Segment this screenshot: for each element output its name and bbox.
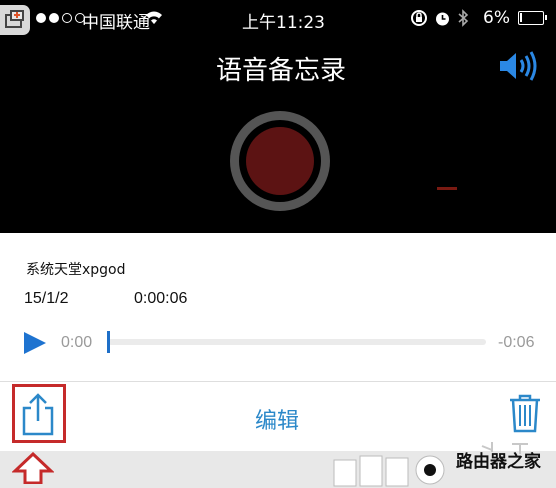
battery-percent: 6% [483, 8, 510, 28]
alarm-clock-icon [436, 12, 449, 25]
edit-button[interactable]: 编辑 [255, 403, 299, 435]
battery-icon [518, 11, 547, 25]
page-title: 语音备忘录 [215, 56, 346, 86]
recording-date: 15/1/2 [24, 290, 69, 307]
status-time: 上午11:23 [242, 13, 325, 33]
status-bar: 中国联通 上午11:23 6% [0, 0, 556, 36]
wifi-icon [146, 11, 162, 24]
bluetooth-icon [458, 9, 469, 27]
level-indicator [437, 187, 457, 190]
recording-duration: 0:00:06 [134, 290, 188, 307]
carrier-name: 中国联通 [82, 13, 150, 33]
playback-remaining-time: -0:06 [498, 334, 535, 351]
share-icon[interactable] [20, 392, 56, 436]
signal-dot [36, 13, 46, 23]
screen-corner-icon [0, 5, 30, 35]
speaker-icon[interactable] [498, 50, 538, 82]
rotation-lock-icon [411, 10, 427, 26]
battery-level [520, 13, 522, 22]
playhead-handle[interactable] [107, 331, 110, 353]
trash-icon[interactable] [508, 393, 542, 433]
arrow-up-icon [12, 452, 54, 484]
signal-strength [36, 13, 88, 23]
playback-current-time: 0:00 [61, 334, 93, 351]
playback-scrubber[interactable] [108, 339, 486, 345]
record-button[interactable] [230, 111, 330, 211]
toolbar-divider [0, 381, 556, 382]
voice-memo-header-area: 中国联通 上午11:23 6% 语音备忘录 [0, 0, 556, 233]
status-icons [410, 9, 475, 27]
signal-dot [62, 13, 72, 23]
recording-title[interactable]: 系统天堂xpgod [26, 259, 126, 279]
record-ring [239, 120, 321, 202]
record-icon [246, 127, 314, 195]
signal-dot [49, 13, 59, 23]
watermark-text: 路由器之家 [456, 452, 541, 472]
play-icon[interactable] [22, 331, 48, 355]
